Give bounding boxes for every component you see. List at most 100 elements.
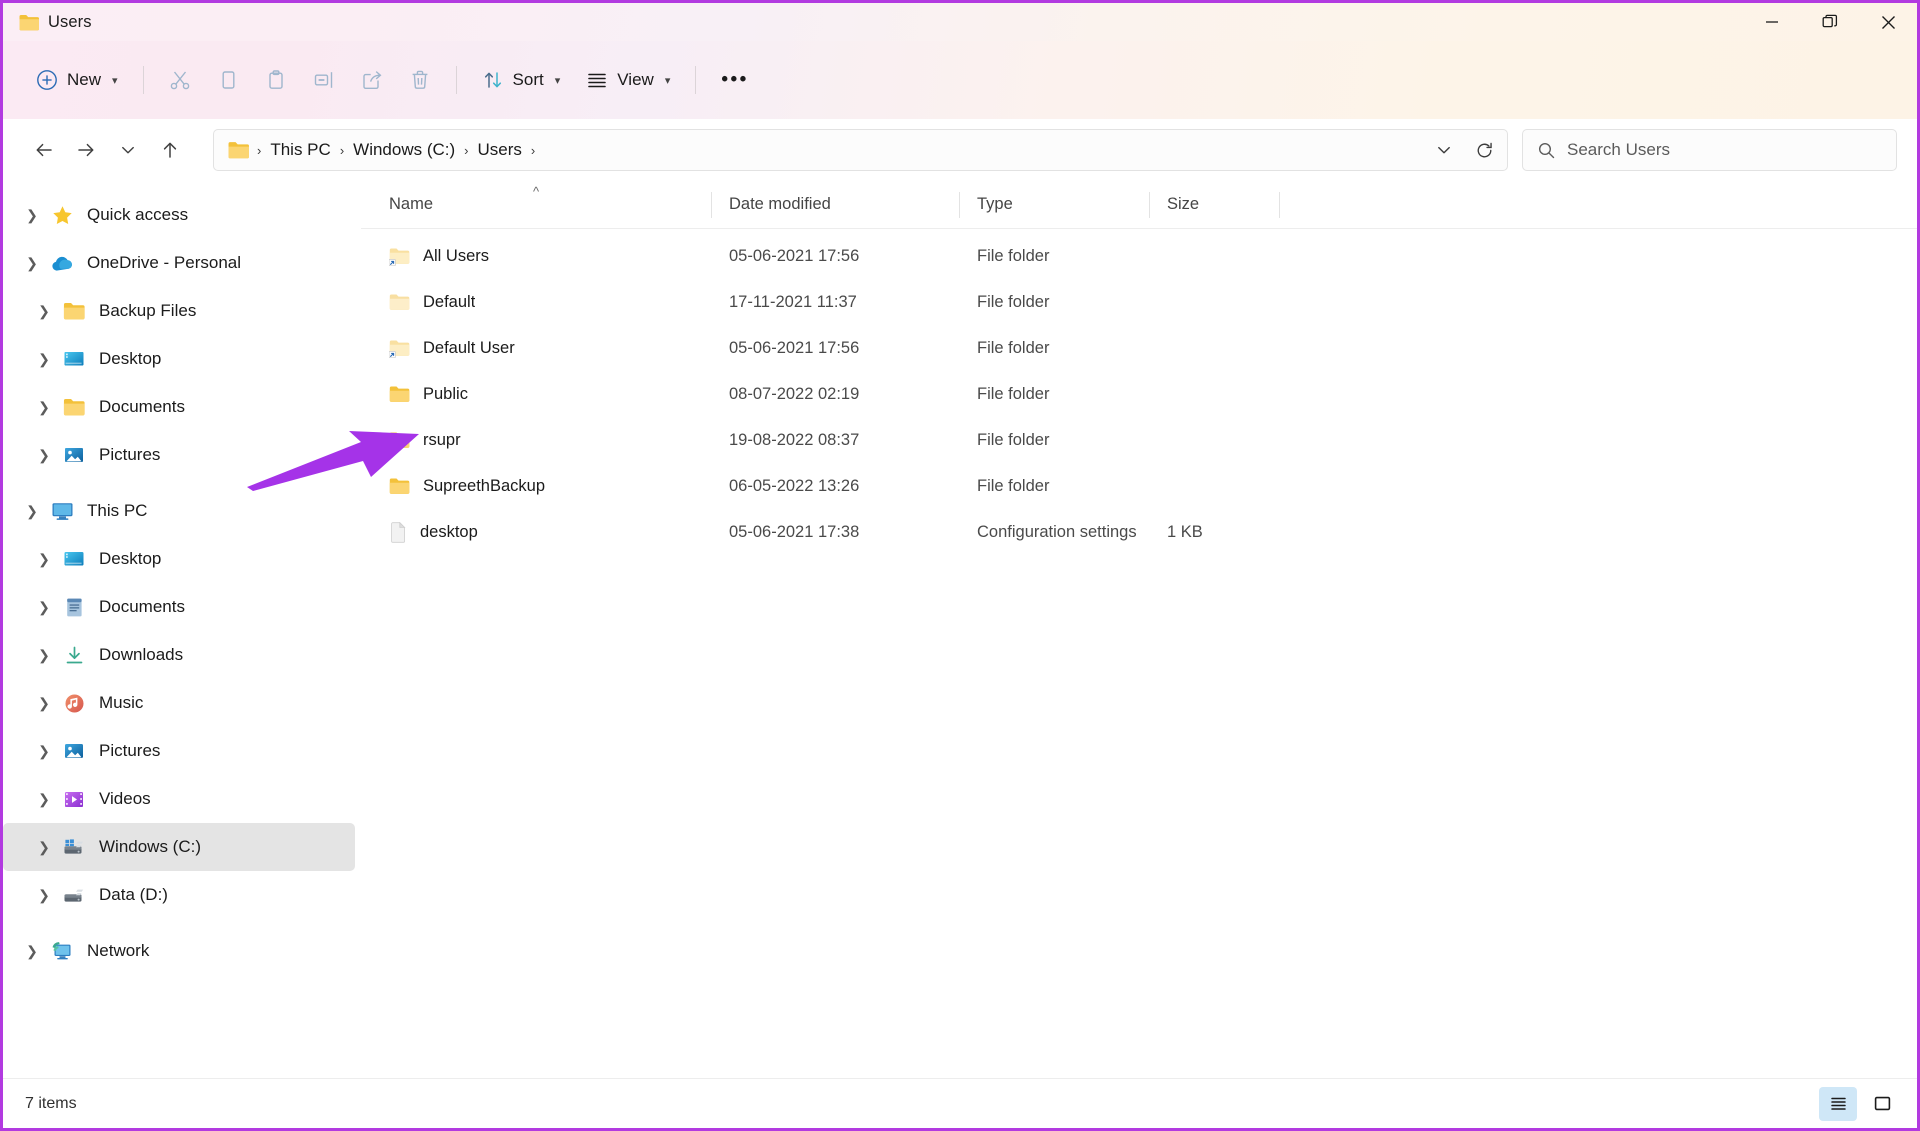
file-name: rsupr <box>423 430 461 449</box>
column-header-size[interactable]: Size <box>1149 181 1279 229</box>
column-header-spacer <box>1279 181 1917 229</box>
download-icon <box>59 645 89 666</box>
recent-locations-button[interactable] <box>107 129 149 171</box>
folder-icon <box>389 431 411 450</box>
desktop-icon <box>59 549 89 569</box>
minimize-button[interactable] <box>1743 3 1801 41</box>
refresh-button[interactable] <box>1467 133 1501 167</box>
column-header-name[interactable]: ^ Name <box>361 181 711 229</box>
sidebar-item-quick-access[interactable]: ❯ Quick access <box>3 191 355 239</box>
file-name-cell: Default <box>361 293 711 312</box>
paste-button[interactable] <box>252 58 300 102</box>
file-type-cell: File folder <box>977 430 1050 449</box>
sidebar-item-documents-onedrive[interactable]: ❯ Documents <box>3 383 355 431</box>
file-name-cell: SupreethBackup <box>361 477 711 496</box>
sidebar-item-desktop-onedrive[interactable]: ❯ Desktop <box>3 335 355 383</box>
back-button[interactable] <box>23 129 65 171</box>
sidebar-item-label: This PC <box>87 501 148 520</box>
sidebar-item-documents-thispc[interactable]: ❯ Documents <box>3 583 355 631</box>
ellipsis-icon: ••• <box>721 69 749 90</box>
file-type-cell: File folder <box>977 384 1050 403</box>
file-name: All Users <box>423 246 490 265</box>
chevron-right-icon[interactable]: ❯ <box>17 943 47 960</box>
table-row[interactable]: Default 17-11-2021 11:37 File folder <box>361 279 1917 325</box>
delete-button[interactable] <box>396 58 444 102</box>
chevron-right-icon[interactable]: ❯ <box>29 695 59 712</box>
file-name: Default User <box>423 338 515 357</box>
chevron-right-icon[interactable]: ❯ <box>29 399 59 416</box>
table-row[interactable]: SupreethBackup 06-05-2022 13:26 File fol… <box>361 463 1917 509</box>
plus-circle-icon <box>36 69 58 91</box>
table-row[interactable]: All Users 05-06-2021 17:56 File folder <box>361 233 1917 279</box>
sidebar-item-pictures-onedrive[interactable]: ❯ Pictures <box>3 431 355 479</box>
sidebar-item-network[interactable]: ❯ Network <box>3 927 355 975</box>
details-view-button[interactable] <box>1819 1086 1857 1121</box>
breadcrumb-item-windows-c[interactable]: Windows (C:) <box>346 136 462 164</box>
table-row[interactable]: Default User 05-06-2021 17:56 File folde… <box>361 325 1917 371</box>
chevron-right-icon[interactable]: ❯ <box>17 207 47 224</box>
chevron-right-icon[interactable]: ❯ <box>29 351 59 368</box>
table-row[interactable]: Public 08-07-2022 02:19 File folder <box>361 371 1917 417</box>
pictures-icon <box>59 741 89 761</box>
search-input[interactable]: Search Users <box>1567 140 1670 160</box>
sidebar-item-label: OneDrive - Personal <box>87 253 242 272</box>
chevron-down-icon[interactable]: ❯ <box>17 503 47 520</box>
breadcrumb-separator: › <box>339 142 345 158</box>
column-header-date-modified[interactable]: Date modified <box>711 181 959 229</box>
close-button[interactable] <box>1859 3 1917 41</box>
sidebar-item-desktop-thispc[interactable]: ❯ Desktop <box>3 535 355 583</box>
more-options-button[interactable]: ••• <box>708 58 761 102</box>
chevron-right-icon[interactable]: ❯ <box>29 887 59 904</box>
thispc-icon <box>47 501 77 521</box>
chevron-right-icon[interactable]: ❯ <box>29 647 59 664</box>
copy-button[interactable] <box>204 58 252 102</box>
column-header-label: Size <box>1167 195 1200 213</box>
sidebar-item-label: Videos <box>99 789 151 808</box>
sidebar-item-pictures-thispc[interactable]: ❯ Pictures <box>3 727 355 775</box>
up-button[interactable] <box>149 129 191 171</box>
forward-button[interactable] <box>65 129 107 171</box>
maximize-restore-button[interactable] <box>1801 3 1859 41</box>
view-button[interactable]: View ▾ <box>573 58 683 102</box>
search-box[interactable]: Search Users <box>1522 129 1897 171</box>
search-icon <box>1537 141 1556 160</box>
breadcrumb-item-this-pc[interactable]: This PC <box>263 136 337 164</box>
address-dropdown-button[interactable] <box>1427 133 1461 167</box>
address-bar[interactable]: › This PC › Windows (C:) › Users › <box>213 129 1508 171</box>
new-button[interactable]: New ▾ <box>23 58 131 102</box>
sidebar-item-videos[interactable]: ❯ Videos <box>3 775 355 823</box>
sort-button[interactable]: Sort ▾ <box>469 58 574 102</box>
breadcrumb-item-users[interactable]: Users <box>471 136 529 164</box>
sort-arrows-icon <box>482 69 504 91</box>
sidebar-item-data-d[interactable]: ❯ Data (D:) <box>3 871 355 919</box>
file-rows: All Users 05-06-2021 17:56 File folder D… <box>361 229 1917 1078</box>
chevron-right-icon[interactable]: ❯ <box>29 551 59 568</box>
sidebar-item-backup-files[interactable]: ❯ Backup Files <box>3 287 355 335</box>
sort-button-label: Sort <box>512 70 544 89</box>
cut-button[interactable] <box>156 58 204 102</box>
file-date-cell: 06-05-2022 13:26 <box>729 476 860 495</box>
column-header-label: Type <box>977 195 1013 213</box>
table-row[interactable]: desktop 05-06-2021 17:38 Configuration s… <box>361 509 1917 555</box>
column-header-type[interactable]: Type <box>959 181 1149 229</box>
chevron-right-icon[interactable]: ❯ <box>29 839 59 856</box>
rename-button[interactable] <box>300 58 348 102</box>
share-button[interactable] <box>348 58 396 102</box>
chevron-right-icon[interactable]: ❯ <box>29 599 59 616</box>
chevron-down-icon[interactable]: ❯ <box>17 255 47 272</box>
large-icons-view-button[interactable] <box>1863 1087 1901 1121</box>
table-row[interactable]: rsupr 19-08-2022 08:37 File folder <box>361 417 1917 463</box>
sidebar-item-label: Pictures <box>99 445 161 464</box>
sidebar-item-label: Pictures <box>99 741 161 760</box>
chevron-right-icon[interactable]: ❯ <box>29 743 59 760</box>
sidebar-item-downloads[interactable]: ❯ Downloads <box>3 631 355 679</box>
breadcrumb-separator: › <box>464 142 469 158</box>
sidebar-item-music[interactable]: ❯ Music <box>3 679 355 727</box>
sidebar-item-onedrive[interactable]: ❯ OneDrive - Personal <box>3 239 355 287</box>
sidebar-item-this-pc[interactable]: ❯ This PC <box>3 487 355 535</box>
desktop-icon <box>59 349 89 369</box>
chevron-right-icon[interactable]: ❯ <box>29 791 59 808</box>
chevron-right-icon[interactable]: ❯ <box>29 447 59 464</box>
sidebar-item-windows-c[interactable]: ❯ Windows (C:) <box>3 823 355 871</box>
chevron-right-icon[interactable]: ❯ <box>29 303 59 320</box>
